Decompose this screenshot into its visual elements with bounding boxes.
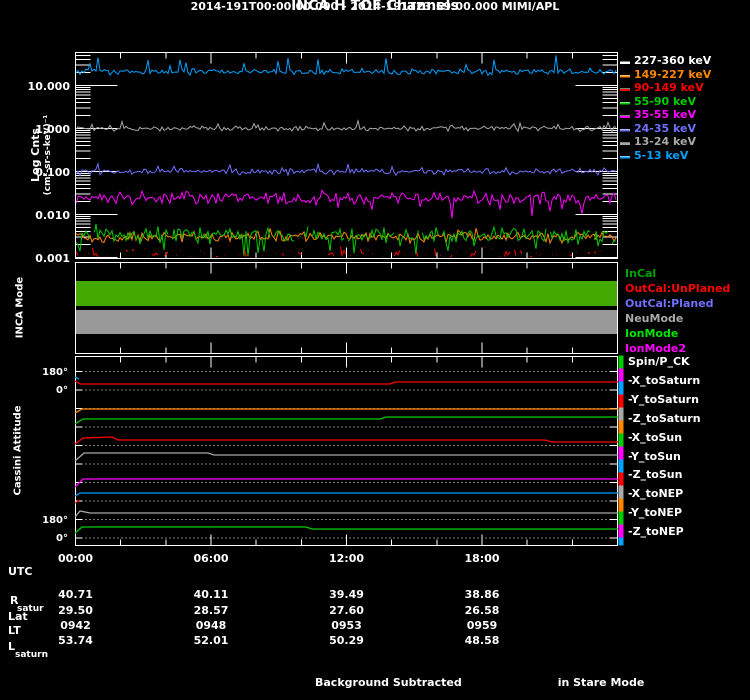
- table-row-label: LT: [8, 624, 21, 637]
- attitude-line-2: [74, 408, 618, 414]
- legend-label-mode: InCal: [625, 267, 657, 280]
- ytick-label: 1.000: [35, 122, 70, 136]
- legend-label-attitude: -X_toSun: [628, 430, 683, 444]
- legend-label-mode: IonMode2: [625, 342, 686, 355]
- attitude-legend-strip: [618, 446, 624, 460]
- table-cell: 26.58: [464, 604, 500, 617]
- attitude-line-3: [74, 416, 618, 425]
- attitude-ytick-label: 0°: [56, 385, 68, 396]
- legend-label-attitude: -Y_toSaturn: [628, 392, 699, 406]
- attitude-ytick-label: 180°: [42, 514, 68, 526]
- legend-label-attitude: -Y_toSun: [628, 449, 681, 463]
- attitude-legend-strip: [618, 407, 624, 421]
- legend-label-channel: 227-360 keV: [634, 54, 712, 67]
- table-cell: 29.50: [58, 604, 93, 617]
- xtick-label: 18:00: [464, 552, 500, 565]
- attitude-legend-strip: [618, 433, 624, 447]
- attitude-legend-strip: [618, 472, 624, 486]
- legend-label-channel: 55-90 keV: [634, 94, 697, 108]
- table-row-label: Lat: [8, 610, 28, 623]
- legend-label-channel: 24-35 keV: [634, 121, 697, 135]
- series-line-13-24keV: [76, 118, 617, 134]
- inca-mode-axis-label: INCA Mode: [14, 276, 26, 339]
- series-line-35-55keV: [76, 189, 617, 219]
- mode-panel-frame: [75, 262, 618, 354]
- table-cell: 0953: [331, 619, 362, 632]
- ytick-label: 0.001: [35, 251, 70, 265]
- table-cell: 52.01: [193, 634, 229, 647]
- legend-label-mode: NeuMode: [625, 312, 684, 325]
- attitude-line-4: [74, 436, 618, 445]
- table-cell: 28.57: [193, 604, 229, 617]
- attitude-line-8: [74, 492, 618, 497]
- time-range-subtitle: 2014-191T00:00:00.000 - 2014-191T23:59:0…: [190, 0, 560, 13]
- legend-label-attitude: -Z_toSun: [628, 468, 683, 482]
- tof-panel-frame: [75, 52, 618, 259]
- attitude-panel-frame: [75, 356, 618, 546]
- attitude-ytick-label: 0°: [56, 533, 68, 544]
- attitude-legend-strip: [618, 381, 624, 395]
- mode-bar-0: [76, 281, 617, 306]
- legend-label-mode: IonMode: [625, 327, 679, 340]
- attitude-legend-strip: [618, 485, 624, 499]
- legend-label-channel: 5-13 keV: [634, 148, 689, 162]
- legend-label-attitude: -Z_toSaturn: [628, 411, 701, 425]
- legend-label-mode: OutCal:Planed: [625, 297, 714, 310]
- table-cell: 50.29: [329, 634, 364, 647]
- attitude-line-9: [74, 510, 618, 518]
- utc-row-label: UTC: [8, 565, 33, 578]
- cassini-attitude-axis-label: Cassini Attitude: [12, 405, 24, 496]
- legend-label-channel: 13-24 keV: [634, 135, 697, 148]
- xtick-label: 00:00: [57, 552, 93, 565]
- xtick-label: 12:00: [328, 552, 364, 565]
- attitude-legend-strip: [618, 394, 624, 408]
- attitude-legend-strip: [618, 524, 624, 538]
- table-cell: 53.74: [58, 634, 93, 647]
- attitude-line-1: [74, 380, 618, 385]
- table-cell: 38.86: [464, 588, 500, 601]
- table-row-label: L: [8, 640, 16, 653]
- attitude-line-10: [74, 526, 618, 534]
- table-cell: 48.58: [464, 634, 500, 647]
- table-cell: 27.60: [329, 604, 364, 617]
- attitude-legend-strip: [618, 498, 624, 512]
- attitude-legend-strip: [618, 355, 624, 369]
- inca-tof-plot-window: INCA H TOF Channels 2014-191T00:00:00.00…: [0, 0, 750, 700]
- attitude-line-5: [74, 452, 618, 462]
- legend-label-channel: 35-55 keV: [634, 108, 697, 121]
- legend-label-attitude: -Y_toNEP: [628, 506, 683, 520]
- table-cell: 0948: [195, 619, 227, 632]
- attitude-legend-strip: [618, 368, 624, 382]
- attitude-legend-strip: [618, 459, 624, 473]
- table-cell: 40.11: [193, 588, 229, 601]
- attitude-legend-strip: [618, 511, 624, 525]
- attitude-legend-strip: [618, 537, 624, 546]
- ytick-label: 10.000: [27, 79, 70, 93]
- footer-stare-mode: in Stare Mode: [557, 676, 645, 689]
- mode-bar-1: [76, 310, 617, 334]
- ytick-label: 0.010: [35, 208, 70, 222]
- legend-label-channel: 90-149 keV: [634, 81, 704, 94]
- xtick-label: 06:00: [193, 552, 229, 565]
- attitude-ytick-label: 180°: [42, 366, 68, 378]
- table-row-label-subscript: saturn: [15, 650, 48, 660]
- ytick-label: 0.100: [35, 165, 70, 179]
- footer-background-subtracted: Background Subtracted: [315, 676, 462, 689]
- table-cell: 0942: [60, 619, 91, 632]
- legend-label-mode: OutCal:UnPlaned: [625, 282, 731, 295]
- legend-label-attitude: -Z_toNEP: [628, 525, 684, 539]
- series-line-24-35keV: [76, 161, 617, 177]
- legend-label-attitude: Spin/P_CK: [628, 355, 690, 368]
- table-cell: 0959: [466, 619, 498, 632]
- series-line-90-149keV: [76, 245, 601, 258]
- attitude-legend-strip: [618, 420, 624, 434]
- legend-label-attitude: -X_toSaturn: [628, 373, 701, 387]
- legend-label-attitude: -X_toNEP: [628, 487, 684, 501]
- table-cell: 39.49: [329, 588, 364, 601]
- legend-label-channel: 149-227 keV: [634, 67, 712, 81]
- table-cell: 40.71: [58, 588, 93, 601]
